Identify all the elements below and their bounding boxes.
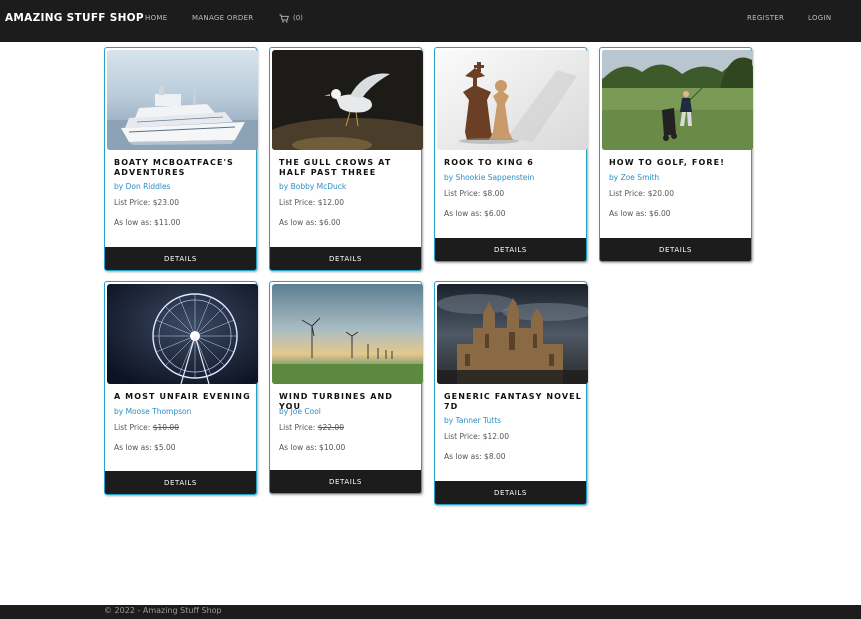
cart-icon[interactable] — [279, 14, 289, 23]
nav-register-link[interactable]: REGISTER — [747, 14, 784, 22]
nav-manage-order-link[interactable]: MANAGE ORDER — [192, 14, 253, 22]
details-button[interactable]: DETAILS — [105, 247, 256, 270]
low-price: As low as: $8.00 — [444, 452, 506, 461]
product-image-cruise-ship[interactable] — [107, 50, 258, 150]
product-image-wind-turbines[interactable] — [272, 284, 423, 384]
low-price: As low as: $6.00 — [609, 209, 671, 218]
brand-link[interactable]: AMAZING STUFF SHOP — [5, 12, 144, 24]
product-image-cathedral[interactable] — [437, 284, 588, 384]
product-title[interactable]: GENERIC FANTASY NOVEL 7D — [444, 392, 582, 412]
product-card: WIND TURBINES AND YOU by Joe Cool List P… — [269, 281, 423, 494]
product-card: GENERIC FANTASY NOVEL 7D by Tanner Tutts… — [434, 281, 588, 505]
product-author-link[interactable]: by Shookie Sappenstein — [444, 173, 534, 182]
list-price: List Price: $12.00 — [444, 432, 509, 441]
product-author-link[interactable]: by Tanner Tutts — [444, 416, 501, 425]
product-author-link[interactable]: by Don Riddles — [114, 182, 171, 191]
product-title[interactable]: THE GULL CROWS AT HALF PAST THREE — [279, 158, 417, 178]
product-card: HOW TO GOLF, FORE! by Zoe Smith List Pri… — [599, 47, 753, 262]
product-author-link[interactable]: by Zoe Smith — [609, 173, 659, 182]
product-title[interactable]: A MOST UNFAIR EVENING — [114, 392, 252, 402]
product-title[interactable]: HOW TO GOLF, FORE! — [609, 158, 747, 168]
page-footer: © 2022 - Amazing Stuff Shop — [0, 605, 861, 619]
product-author-link[interactable]: by Bobby McDuck — [279, 182, 346, 191]
product-card: BOATY MCBOATFACE'S ADVENTURES by Don Rid… — [104, 47, 258, 271]
low-price: As low as: $6.00 — [279, 218, 341, 227]
product-author-link[interactable]: by Joe Cool — [279, 407, 321, 416]
product-title[interactable]: BOATY MCBOATFACE'S ADVENTURES — [114, 158, 252, 178]
nav-login-link[interactable]: LOGIN — [808, 14, 831, 22]
product-title[interactable]: ROOK TO KING 6 — [444, 158, 582, 168]
list-price: List Price: $22.00 — [279, 423, 344, 432]
product-card: A MOST UNFAIR EVENING by Moose Thompson … — [104, 281, 258, 495]
product-author-link[interactable]: by Moose Thompson — [114, 407, 191, 416]
low-price: As low as: $5.00 — [114, 443, 176, 452]
details-button[interactable]: DETAILS — [435, 481, 586, 504]
nav-home-link[interactable]: HOME — [145, 14, 167, 22]
details-button[interactable]: DETAILS — [600, 238, 751, 261]
product-image-golfer[interactable] — [602, 50, 753, 150]
cart-count[interactable]: (0) — [293, 14, 303, 22]
top-navbar: AMAZING STUFF SHOP HOME MANAGE ORDER (0)… — [0, 0, 861, 42]
list-price: List Price: $8.00 — [444, 189, 505, 198]
list-price: List Price: $12.00 — [279, 198, 344, 207]
list-price: List Price: $10.00 — [114, 423, 179, 432]
low-price: As low as: $10.00 — [279, 443, 346, 452]
copyright-text: © 2022 - Amazing Stuff Shop — [104, 606, 222, 615]
details-button[interactable]: DETAILS — [270, 470, 421, 493]
low-price: As low as: $6.00 — [444, 209, 506, 218]
product-image-chess-pieces[interactable] — [437, 50, 588, 150]
details-button[interactable]: DETAILS — [270, 247, 421, 270]
list-price: List Price: $23.00 — [114, 198, 179, 207]
product-card: ROOK TO KING 6 by Shookie Sappenstein Li… — [434, 47, 588, 262]
low-price: As low as: $11.00 — [114, 218, 181, 227]
list-price: List Price: $20.00 — [609, 189, 674, 198]
details-button[interactable]: DETAILS — [435, 238, 586, 261]
details-button[interactable]: DETAILS — [105, 471, 256, 494]
product-image-seagull[interactable] — [272, 50, 423, 150]
product-card: THE GULL CROWS AT HALF PAST THREE by Bob… — [269, 47, 423, 271]
product-image-ferris-wheel[interactable] — [107, 284, 258, 384]
